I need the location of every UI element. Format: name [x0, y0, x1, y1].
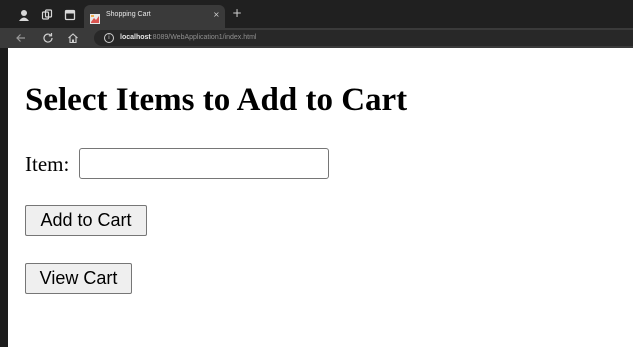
workspaces-icon[interactable]: [41, 9, 53, 21]
close-tab-icon[interactable]: ×: [213, 10, 220, 20]
item-input[interactable]: [79, 148, 329, 179]
url-text: localhost:8089/WebApplication1/index.htm…: [120, 33, 256, 43]
url-host: localhost: [120, 34, 151, 41]
back-icon[interactable]: [14, 31, 28, 45]
tab-strip: Shopping Cart × +: [0, 0, 633, 28]
profile-icon[interactable]: [18, 9, 30, 21]
tab-shopping-cart[interactable]: Shopping Cart ×: [84, 5, 225, 28]
page-favicon-icon: [90, 11, 100, 24]
tab-title: Shopping Cart: [106, 11, 151, 18]
add-to-cart-button[interactable]: Add to Cart: [25, 205, 147, 236]
page-content: Select Items to Add to Cart Item: Add to…: [8, 48, 633, 347]
browser-toolbar: i localhost:8089/WebApplication1/index.h…: [0, 28, 633, 48]
home-icon[interactable]: [66, 31, 80, 45]
window-edge: [0, 48, 8, 347]
info-icon[interactable]: i: [104, 33, 114, 43]
view-cart-button[interactable]: View Cart: [25, 263, 132, 294]
new-tab-icon[interactable]: +: [232, 7, 242, 19]
page-title: Select Items to Add to Cart: [25, 82, 408, 118]
item-label: Item:: [25, 152, 70, 176]
refresh-icon[interactable]: [41, 31, 55, 45]
browser-window: Shopping Cart × + i localhost:8089/WebAp…: [0, 0, 633, 347]
tab-actions-icon[interactable]: [64, 9, 76, 21]
address-bar[interactable]: i localhost:8089/WebApplication1/index.h…: [94, 30, 633, 46]
url-path: :8089/WebApplication1/index.html: [150, 34, 257, 41]
